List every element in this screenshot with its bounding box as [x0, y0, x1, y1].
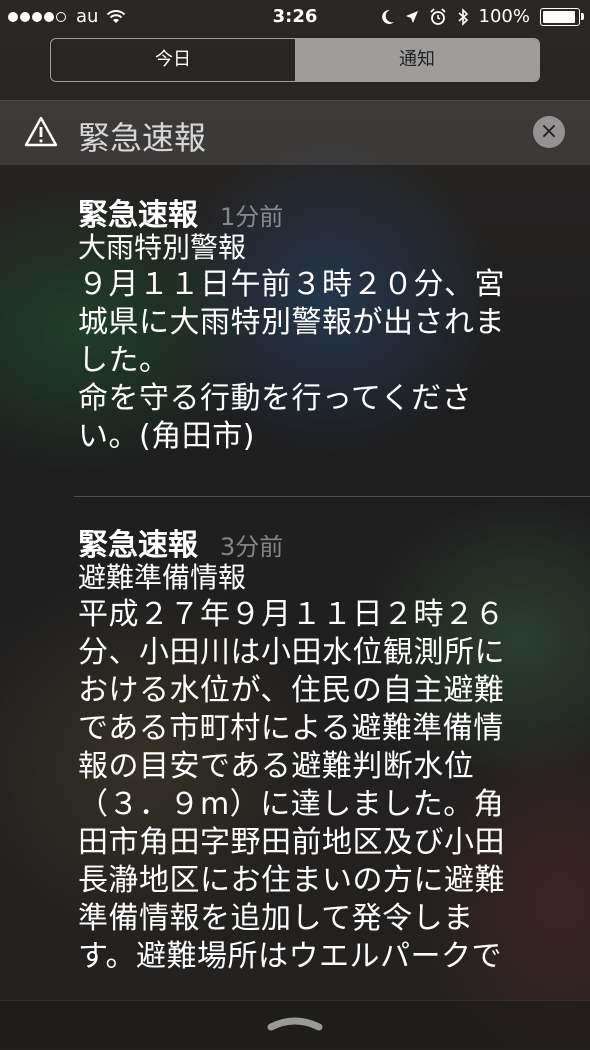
notification-body-line: 準備情報を追加して発令しま	[78, 901, 474, 936]
notification-body-line: した。	[78, 343, 170, 378]
battery-icon	[540, 7, 584, 26]
section-title: 緊急速報	[78, 119, 207, 157]
status-right: 100%	[381, 6, 584, 27]
notification-body-line: 長瀞地区にお住まいの方に避難	[78, 863, 505, 898]
notification-body-line: す。避難場所はウエルパークで	[78, 939, 502, 974]
notification-body-line: 命を守る行動を行ってくださ	[78, 381, 473, 416]
close-icon: ×	[539, 119, 559, 144]
moon-icon	[381, 9, 394, 24]
notification-body-line: 平成２７年９月１１日２時２６	[78, 597, 505, 632]
notification-app-name: 緊急速報	[78, 528, 198, 563]
notification-title: 避難準備情報	[78, 561, 247, 594]
status-bar: au 3:26 100%	[0, 0, 590, 34]
location-arrow-icon	[405, 10, 418, 23]
notification-body-line: 報の目安である避難判断水位	[78, 749, 475, 784]
bluetooth-icon	[458, 7, 468, 26]
close-button[interactable]: ×	[533, 116, 565, 148]
warning-triangle-icon	[24, 116, 58, 147]
notification-body-line: 城県に大雨特別警報が出されま	[78, 305, 505, 340]
divider	[74, 496, 590, 497]
notification-body-line: 分、小田川は小田水位観測所に	[78, 635, 505, 670]
alarm-clock-icon	[429, 7, 446, 25]
notification-header: 緊急速報 1分前	[78, 190, 578, 233]
bottom-bar	[0, 1000, 590, 1050]
segmented-control: 今日 通知	[50, 38, 540, 82]
notification-body-line: おける水位が、住民の自主避難	[78, 673, 505, 708]
notification-app-name: 緊急速報	[78, 198, 198, 233]
grabber-handle-icon[interactable]	[265, 1013, 325, 1031]
notification-body-line: 田市角田字野田前地区及び小田	[78, 825, 505, 860]
notification-body-line: い。(角田市)	[78, 419, 255, 454]
notification-body-line: ９月１１日午前３時２０分、宮	[78, 267, 505, 302]
notification-item[interactable]: 緊急速報 1分前 大雨特別警報 ９月１１日午前３時２０分、宮 城県に大雨特別警報…	[78, 190, 578, 456]
notification-header: 緊急速報 3分前	[78, 520, 578, 563]
section-header: 緊急速報	[0, 100, 590, 165]
notification-item[interactable]: 緊急速報 3分前 避難準備情報 平成２７年９月１１日２時２６ 分、小田川は小田水…	[78, 520, 578, 976]
notification-body-line: （３．９m）に達しました。角	[78, 787, 505, 822]
notification-title: 大雨特別警報	[78, 231, 247, 264]
tab-notifications[interactable]: 通知	[295, 39, 539, 81]
battery-percent: 100%	[478, 6, 530, 27]
notification-time: 3分前	[220, 533, 284, 561]
notification-time: 1分前	[220, 203, 284, 231]
notification-body-line: である市町村による避難準備情	[78, 711, 504, 746]
tab-today[interactable]: 今日	[51, 39, 295, 81]
